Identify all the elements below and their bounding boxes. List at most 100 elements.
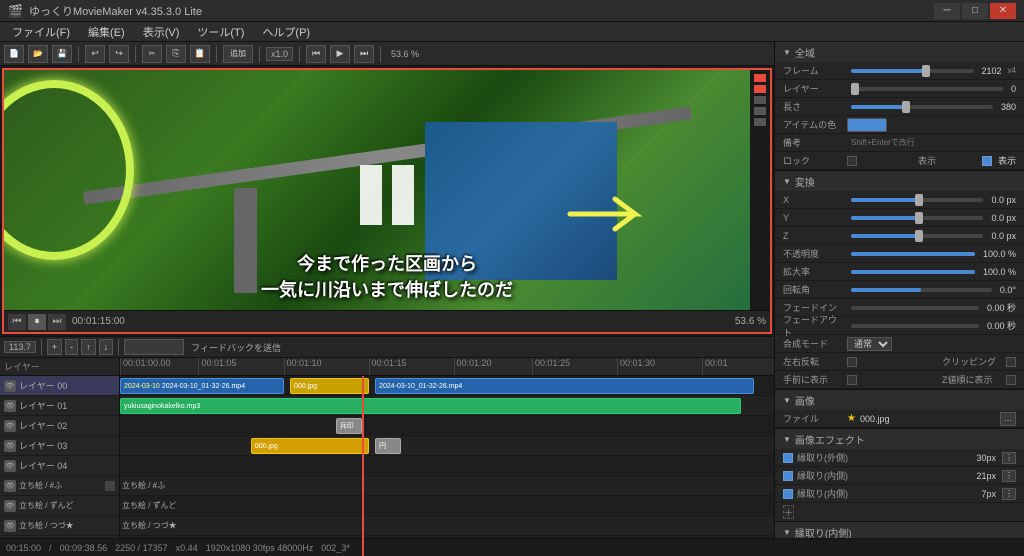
layer-header-01[interactable]: 👁 レイヤー 01 (0, 396, 119, 416)
close-button[interactable]: ✕ (990, 3, 1016, 19)
fps-display: 53.6 % (391, 49, 419, 59)
ruler[interactable]: 00:01:00.00 00:01:05 00:01:10 00:01:15 0… (120, 358, 774, 375)
rotation-slider[interactable] (851, 288, 992, 292)
layer-eye-02[interactable]: 👁 (4, 420, 16, 432)
layer-eye-00[interactable]: 👁 (4, 380, 16, 392)
new-button[interactable]: 📄 (4, 45, 24, 63)
clip-03-marker[interactable]: 円 (375, 438, 401, 454)
tl-del-button[interactable]: - (65, 339, 78, 355)
prev-frame-button[interactable]: ⏮ (8, 314, 26, 330)
titlebar-controls[interactable]: ─ □ ✕ (934, 3, 1016, 19)
flip-h-checkbox[interactable] (847, 357, 857, 367)
clip-03-a[interactable]: 000.jpg (251, 438, 369, 454)
play-button[interactable]: ▶ (330, 45, 350, 63)
scale-slider[interactable] (851, 270, 975, 274)
y-slider[interactable] (851, 216, 983, 220)
layer-header-06[interactable]: 👁 立ち絵 / ずんど (0, 496, 119, 516)
blend-select[interactable]: 通常 加算 乗算 (847, 337, 892, 351)
layer-eye-04[interactable]: 👁 (4, 460, 16, 472)
x-slider[interactable] (851, 198, 983, 202)
fadein-slider[interactable] (851, 306, 979, 310)
opacity-slider[interactable] (851, 252, 975, 256)
layer-eye-01[interactable]: 👁 (4, 400, 16, 412)
cut-button[interactable]: ✂ (142, 45, 162, 63)
track-row-04[interactable] (120, 456, 774, 476)
layer-header-03[interactable]: 👁 レイヤー 03 (0, 436, 119, 456)
tl-add-button[interactable]: + (47, 339, 62, 355)
menu-tool[interactable]: ツール(T) (189, 22, 252, 42)
layer-eye-06[interactable]: 👁 (4, 500, 16, 512)
track-row-06[interactable]: 立ち絵 / ずんど (120, 496, 774, 516)
play-pause-button[interactable]: ⏸ (28, 314, 46, 330)
layer-eye-07[interactable]: 👁 (4, 520, 16, 532)
tl-down-button[interactable]: ↓ (99, 339, 114, 355)
layer-header-04[interactable]: 👁 レイヤー 04 (0, 456, 119, 476)
border-inner1-checkbox[interactable] (783, 471, 793, 481)
layer-header-02[interactable]: 👁 レイヤー 02 (0, 416, 119, 436)
border-outer-checkbox[interactable] (783, 453, 793, 463)
border-inner2-menu[interactable]: ⋮ (1002, 488, 1016, 500)
menu-file[interactable]: ファイル(F) (4, 22, 78, 42)
minimize-button[interactable]: ─ (934, 3, 960, 19)
clip-02-marker[interactable]: 兵印 (336, 418, 362, 434)
tl-split-button[interactable] (124, 339, 184, 355)
layer-header-05[interactable]: 👁 立ち絵 / #ふ (0, 476, 119, 496)
track-row-05[interactable]: 立ち絵 / #ふ (120, 476, 774, 496)
clipping-checkbox[interactable] (1006, 357, 1016, 367)
border-inner1-menu[interactable]: ⋮ (1002, 470, 1016, 482)
play-prev-button[interactable]: ⏮ (306, 45, 326, 63)
section-all-arrow: ▼ (783, 48, 791, 57)
menu-help[interactable]: ヘルプ(P) (254, 22, 318, 42)
add-media-button[interactable]: 追加 (223, 45, 253, 63)
section-image-header[interactable]: ▼ 画像 (775, 390, 1024, 410)
lock-checkbox[interactable] (847, 156, 857, 166)
paste-button[interactable]: 📋 (190, 45, 210, 63)
track-row-07[interactable]: 立ち絵 / つづ★ (120, 516, 774, 536)
layer-header-00[interactable]: 👁 レイヤー 00 (0, 376, 119, 396)
layer-eye-03[interactable]: 👁 (4, 440, 16, 452)
zoom-control[interactable]: x1.0 (266, 47, 293, 61)
layer-lock-05[interactable] (105, 481, 115, 491)
file-browse-button[interactable]: … (1000, 412, 1016, 426)
fadeout-slider[interactable] (851, 324, 979, 328)
tl-up-button[interactable]: ↑ (81, 339, 96, 355)
undo-button[interactable]: ↩ (85, 45, 105, 63)
clip-00-c[interactable]: 2024-03-10_01-32-26.mp4 (375, 378, 754, 394)
frame-slider[interactable] (851, 69, 974, 73)
save-button[interactable]: 💾 (52, 45, 72, 63)
play-next-button[interactable]: ⏭ (354, 45, 374, 63)
layer-name-04: レイヤー 04 (19, 459, 115, 472)
clip-00-b[interactable]: 000.jpg (290, 378, 368, 394)
add-fx-button[interactable]: ＋ (783, 505, 794, 519)
border-outer-menu[interactable]: ⋮ (1002, 452, 1016, 464)
open-button[interactable]: 📂 (28, 45, 48, 63)
layer-slider[interactable] (851, 87, 1003, 91)
section-image-fx-header[interactable]: ▼ 画像エフェクト (775, 429, 1024, 449)
z-sort-checkbox[interactable] (1006, 375, 1016, 385)
z-slider[interactable] (851, 234, 983, 238)
layer-eye-05[interactable]: 👁 (4, 480, 16, 492)
clip-01-audio[interactable]: yukiusaginokakelko.mp3 (120, 398, 741, 414)
track-row-02[interactable]: 兵印 (120, 416, 774, 436)
timeline-body[interactable]: 👁 レイヤー 00 👁 レイヤー 01 👁 レイヤー 02 👁 レイヤー 03 … (0, 376, 774, 556)
flip-v-checkbox[interactable] (847, 375, 857, 385)
track-row-01[interactable]: yukiusaginokakelko.mp3 (120, 396, 774, 416)
border-inner2-checkbox[interactable] (783, 489, 793, 499)
layer-header-07[interactable]: 👁 立ち絵 / つづ★ (0, 516, 119, 536)
section-transform-header[interactable]: ▼ 変換 (775, 171, 1024, 191)
redo-button[interactable]: ↪ (109, 45, 129, 63)
next-frame-button[interactable]: ⏭ (48, 314, 66, 330)
maximize-button[interactable]: □ (962, 3, 988, 19)
copy-button[interactable]: ⎘ (166, 45, 186, 63)
item-color-swatch[interactable] (847, 118, 887, 132)
menu-edit[interactable]: 編集(E) (80, 22, 133, 42)
file-label: ファイル (783, 412, 843, 425)
track-row-03[interactable]: 000.jpg 円 (120, 436, 774, 456)
clip-00-a[interactable]: 2024-03-10 2024-03-10_01-32-26.mp4 (120, 378, 284, 394)
menu-view[interactable]: 表示(V) (135, 22, 188, 42)
length-slider[interactable] (851, 105, 993, 109)
timeline-tracks[interactable]: 2024-03-10 2024-03-10_01-32-26.mp4 000.j… (120, 376, 774, 556)
display-checkbox[interactable] (982, 156, 992, 166)
track-row-00[interactable]: 2024-03-10 2024-03-10_01-32-26.mp4 000.j… (120, 376, 774, 396)
section-all-header[interactable]: ▼ 全域 (775, 42, 1024, 62)
